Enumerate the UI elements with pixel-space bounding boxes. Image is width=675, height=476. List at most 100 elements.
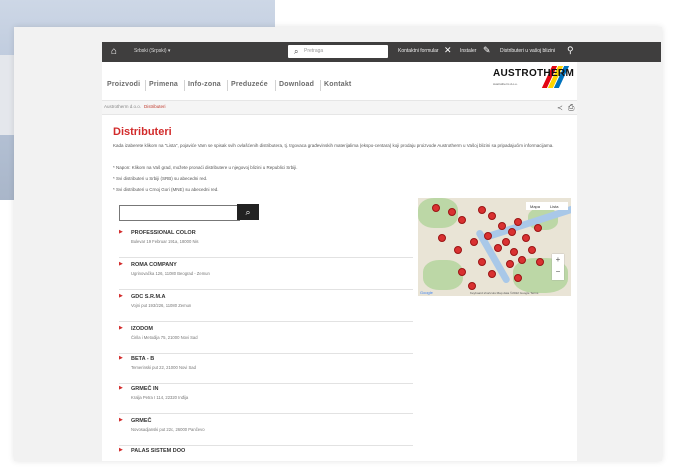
nav-item-preduzece[interactable]: Preduzeće — [231, 81, 268, 88]
distributor-address: Bulevar 19 Februar 191a, 18000 Nis — [131, 239, 199, 244]
page-content: Proizvodi Primena Info-zona Preduzeće Do… — [102, 62, 577, 461]
nav-item-info-zona[interactable]: Info-zona — [188, 81, 221, 88]
nav-divider — [184, 80, 185, 91]
zoom-in-button[interactable]: + — [552, 254, 564, 266]
print-icon[interactable]: ⎙ — [568, 103, 574, 113]
tools-icon[interactable]: ✕ — [444, 45, 452, 55]
list-item[interactable]: ▶ PROFESSIONAL COLOR Bulevar 19 Februar … — [119, 228, 413, 258]
zoom-out-button[interactable]: − — [552, 266, 564, 278]
map-pin[interactable] — [468, 282, 476, 290]
map-pin[interactable] — [438, 234, 446, 242]
intro-text: Kada izaberete klikom na "Lista", pojavi… — [113, 143, 554, 148]
list-item[interactable]: ▶ GRMEČ IN Kralja Petra I 114, 22320 Inđ… — [119, 384, 413, 414]
divider — [119, 413, 413, 414]
map-pin[interactable] — [506, 260, 514, 268]
nav-item-proizvodi[interactable]: Proizvodi — [107, 81, 140, 88]
top-bar: ⌂ Srbski (Srpski) ▾ ⌕ Pretraga Kontaktni… — [102, 42, 661, 62]
austrotherm-logo[interactable]: AUSTROTHERM Austrotherm d.o.o. — [489, 66, 575, 94]
map-pin[interactable] — [498, 222, 506, 230]
instaler-link[interactable]: Instaler — [460, 48, 476, 54]
map-pin[interactable] — [510, 248, 518, 256]
nav-item-download[interactable]: Download — [279, 81, 314, 88]
list-item[interactable]: ▶ ROMA COMPANY Ugrinovačka 126, 11080 Be… — [119, 260, 413, 290]
list-item[interactable]: ▶ PALAS SISTEM DOO — [119, 446, 413, 476]
divider — [119, 289, 413, 290]
search-field[interactable]: ⌕ Pretraga — [288, 45, 388, 58]
divider — [119, 257, 413, 258]
map-pin[interactable] — [432, 204, 440, 212]
distributor-link[interactable]: Distributeri u vašoj blizini — [500, 48, 555, 54]
map-pin[interactable] — [522, 234, 530, 242]
breadcrumb-current: Distributeri — [144, 104, 166, 109]
distributor-name: GRMEČ IN — [131, 386, 159, 392]
map-pin[interactable] — [502, 238, 510, 246]
map-footer: Keyboard shortcuts Map data ©2022 Google… — [470, 291, 539, 295]
map-park — [423, 260, 463, 290]
contact-form-link[interactable]: Kontaktni formular — [398, 48, 439, 54]
map-pin[interactable] — [458, 268, 466, 276]
map-pin[interactable] — [494, 244, 502, 252]
nav-divider — [227, 80, 228, 91]
note-text: * Svi distributeri u Crnoj Gori (MNE) su… — [113, 187, 219, 192]
note-text: * Napon: Klikom na Vaš grad, možete pron… — [113, 165, 298, 170]
tab-map[interactable]: Mapa — [530, 204, 540, 209]
home-icon[interactable]: ⌂ — [111, 46, 121, 57]
map-pin[interactable] — [528, 246, 536, 254]
map-pin[interactable] — [458, 216, 466, 224]
map-pin[interactable] — [454, 246, 462, 254]
distributor-address: Čirila i Metodija 75, 21000 Novi Sad — [131, 335, 198, 340]
map-pin[interactable] — [488, 270, 496, 278]
distributor-address: Kralja Petra I 114, 22320 Inđija — [131, 395, 189, 400]
map-pin[interactable] — [478, 258, 486, 266]
search-icon: ⌕ — [294, 47, 299, 56]
arrow-icon: ▶ — [119, 261, 123, 267]
distributor-name: BETA - B — [131, 356, 155, 362]
map-pin[interactable] — [470, 238, 478, 246]
map-pin[interactable] — [508, 228, 516, 236]
map-pin[interactable] — [488, 212, 496, 220]
map-pin[interactable] — [484, 232, 492, 240]
map-pin[interactable] — [514, 274, 522, 282]
distributor-address: Novosadjanski put 22c, 26000 Pančevo — [131, 427, 205, 432]
arrow-icon: ▶ — [119, 417, 123, 423]
distributor-address: Vojni put 193/226, 11080 Zemun — [131, 303, 192, 308]
arrow-icon: ▶ — [119, 447, 123, 453]
search-icon: ⌕ — [245, 207, 251, 217]
distributor-name: PALAS SISTEM DOO — [131, 448, 186, 454]
pencil-icon[interactable]: ✎ — [483, 45, 491, 55]
language-select[interactable]: Srbski (Srpski) ▾ — [134, 48, 170, 54]
distributor-search-input[interactable] — [119, 205, 240, 221]
distributor-address: Temerinski put 22, 21000 Novi Sad — [131, 365, 196, 370]
breadcrumb: Austrotherm d.o.o. Distributeri — [102, 100, 577, 115]
distributor-address: Ugrinovačka 126, 11080 Beograd - Zemun — [131, 271, 210, 276]
breadcrumb-home[interactable]: Austrotherm d.o.o. — [104, 104, 141, 109]
location-pin-icon[interactable]: ⚲ — [567, 45, 574, 55]
note-text: * Svi distributeri u Srbiji (SRB) su abe… — [113, 176, 208, 181]
map-type-tabs: Mapa Lista — [526, 202, 568, 210]
map-pin[interactable] — [534, 224, 542, 232]
list-item[interactable]: ▶ GRMEČ Novosadjanski put 22c, 26000 Pan… — [119, 416, 413, 446]
arrow-icon: ▶ — [119, 385, 123, 391]
distributor-search-button[interactable]: ⌕ — [237, 204, 259, 220]
distributor-name: PROFESSIONAL COLOR — [131, 230, 196, 236]
map-pin[interactable] — [448, 208, 456, 216]
divider — [119, 321, 413, 322]
distributor-map[interactable]: Mapa Lista + − Google Keyboard shortcuts… — [418, 198, 571, 296]
search-placeholder: Pretraga — [304, 48, 324, 54]
nav-item-primena[interactable]: Primena — [149, 81, 178, 88]
list-item[interactable]: ▶ GDC S.R.M.A Vojni put 193/226, 11080 Z… — [119, 292, 413, 322]
arrow-icon: ▶ — [119, 293, 123, 299]
share-icon[interactable]: ≺ — [557, 104, 563, 112]
map-pin[interactable] — [518, 256, 526, 264]
nav-item-kontakt[interactable]: Kontakt — [324, 81, 351, 88]
map-pin[interactable] — [478, 206, 486, 214]
list-item[interactable]: ▶ IZODOM Čirila i Metodija 75, 21000 Nov… — [119, 324, 413, 354]
arrow-icon: ▶ — [119, 229, 123, 235]
nav-divider — [145, 80, 146, 91]
list-item[interactable]: ▶ BETA - B Temerinski put 22, 21000 Novi… — [119, 354, 413, 384]
map-pin[interactable] — [536, 258, 544, 266]
tab-list[interactable]: Lista — [550, 204, 558, 209]
logo-subtitle: Austrotherm d.o.o. — [493, 82, 518, 86]
map-pin[interactable] — [514, 218, 522, 226]
nav-divider — [320, 80, 321, 91]
